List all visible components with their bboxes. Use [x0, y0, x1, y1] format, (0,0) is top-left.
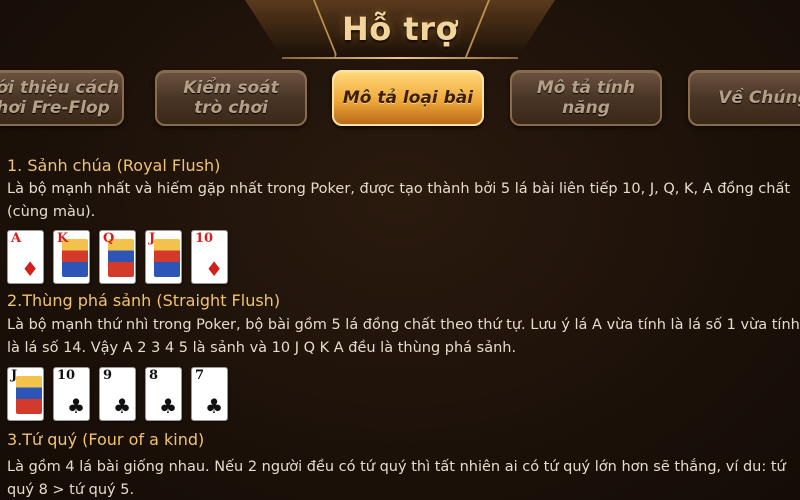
tab-card-types[interactable]: Mô tả loại bài	[332, 70, 484, 126]
page-title: Hỗ trợ	[342, 10, 458, 48]
tab-game-control[interactable]: Kiểm soát trò chơi	[155, 70, 307, 126]
card-rank: J	[149, 231, 156, 246]
tab-label: Mô tả loại bài	[342, 88, 474, 108]
playing-card: Q	[99, 230, 136, 284]
playing-card: J	[7, 367, 44, 421]
diamond-suit-icon: ♦	[205, 257, 223, 281]
tab-label: Mô tả tính năng	[536, 78, 636, 118]
club-suit-icon: ♣	[67, 394, 85, 418]
card-rank: K	[57, 231, 69, 246]
club-suit-icon: ♣	[205, 394, 223, 418]
playing-card: 10 ♦	[191, 230, 228, 284]
card-rank: Q	[103, 231, 115, 246]
header-gold-bottom	[282, 57, 518, 59]
section-body-line: Là gồm 4 lá bài giống nhau. Nếu 2 người …	[7, 459, 786, 475]
playing-card: K	[53, 230, 90, 284]
playing-card: J	[145, 230, 182, 284]
section-body-line: Là bộ mạnh nhất và hiếm gặp nhất trong P…	[7, 181, 791, 197]
tab-label: Kiểm soát trò chơi	[183, 78, 279, 118]
playing-card: 10 ♣	[53, 367, 90, 421]
card-rank: 8	[149, 368, 159, 383]
card-rank: J	[11, 368, 18, 383]
playing-card: 8 ♣	[145, 367, 182, 421]
header-banner: Hỗ trợ	[0, 0, 800, 62]
section-body-line: Là bộ mạnh thứ nhì trong Poker, bộ bài g…	[7, 317, 800, 333]
section-body-line: quý 8 > tứ quý 5.	[7, 482, 135, 498]
section-body-line: là lá số 14. Vậy A 2 3 4 5 là sảnh và 10…	[7, 340, 517, 356]
card-row-royal-flush: A ♦ K Q J 10 ♦	[7, 230, 228, 284]
jack-face-art	[16, 376, 42, 414]
diamond-suit-icon: ♦	[21, 257, 39, 281]
playing-card: 9 ♣	[99, 367, 136, 421]
playing-card: 7 ♣	[191, 367, 228, 421]
tab-label: Về Chúng	[718, 88, 800, 108]
tab-label: Giới thiệu cách chơi Fre-Flop	[0, 78, 120, 118]
jack-face-art	[154, 239, 180, 277]
tab-pre-flop-intro[interactable]: Giới thiệu cách chơi Fre-Flop	[0, 70, 124, 126]
section-title-four-of-a-kind: 3.Tứ quý (Four of a kind)	[7, 430, 205, 449]
card-rank: 10	[57, 368, 76, 383]
tab-about-us[interactable]: Về Chúng	[688, 70, 800, 126]
club-suit-icon: ♣	[159, 394, 177, 418]
help-content[interactable]: 1. Sảnh chúa (Royal Flush) Là bộ mạnh nh…	[0, 150, 800, 500]
section-body-line: (cùng màu).	[7, 204, 96, 220]
playing-card: A ♦	[7, 230, 44, 284]
tab-features[interactable]: Mô tả tính năng	[510, 70, 662, 126]
card-row-straight-flush: J 10 ♣ 9 ♣ 8 ♣ 7 ♣	[7, 367, 228, 421]
tab-bar: Giới thiệu cách chơi Fre-Flop Kiểm soát …	[0, 66, 800, 128]
card-rank: A	[11, 231, 22, 246]
club-suit-icon: ♣	[113, 394, 131, 418]
section-title-straight-flush: 2.Thùng phá sảnh (Straight Flush)	[7, 291, 281, 310]
card-rank: 9	[103, 368, 113, 383]
section-title-royal-flush: 1. Sảnh chúa (Royal Flush)	[7, 156, 221, 175]
card-rank: 10	[195, 231, 214, 246]
card-rank: 7	[195, 368, 205, 383]
